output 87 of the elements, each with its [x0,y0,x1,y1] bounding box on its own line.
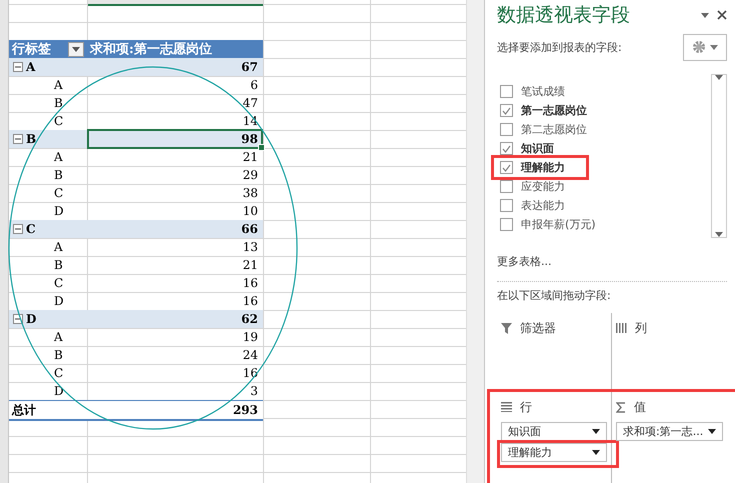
collapse-icon[interactable] [13,62,23,72]
group-label: D [26,312,36,326]
field-list-label: 选择要添加到报表的字段: [497,40,622,54]
filter-icon [501,322,512,334]
dropdown-arrow-icon [708,429,716,434]
value-cell-text: 13 [242,239,259,256]
item-label: A [53,150,63,164]
item-label: A [53,240,63,254]
item-label: C [53,114,64,128]
value-cell-text: 16 [242,365,259,382]
item-label: B [53,348,63,362]
vertical-scrollbar[interactable] [466,0,484,483]
dropdown-arrow-icon [72,46,80,52]
value-cell-text: 3 [249,383,259,400]
dropdown-arrow-icon [592,429,600,434]
field-label[interactable]: 申报年薪(万元) [521,217,596,232]
item-label: B [53,96,63,110]
item-label: D [53,294,64,308]
item-label: A [53,330,63,344]
field-label[interactable]: 表达能力 [521,198,565,213]
filter-dropdown-button[interactable] [68,42,84,56]
field-label[interactable]: 理解能力 [521,160,565,175]
field-checkbox[interactable] [500,161,513,174]
item-label: B [53,168,63,182]
panel-title: 数据透视表字段 [497,3,630,28]
row-labels-header: 行标签 [10,41,51,58]
field-checkbox[interactable] [500,218,513,231]
gear-icon [692,40,706,54]
area-label: 列 [635,320,647,336]
drag-hint: 在以下区域间拖动字段: [497,288,612,303]
collapse-icon[interactable] [13,224,23,234]
close-icon[interactable] [717,10,727,20]
item-label: C [53,186,64,200]
group-label: C [26,222,36,236]
field-label[interactable]: 知识面 [521,141,554,156]
collapse-icon[interactable] [13,134,23,144]
value-cell-text: 10 [242,203,259,220]
area-label: 值 [634,398,646,416]
value-cell-text: 38 [242,185,259,202]
value-cell-text: 19 [242,329,259,346]
field-label[interactable]: 笔试成绩 [521,84,565,99]
value-cell-text: 29 [242,167,259,184]
item-label: A [53,78,63,92]
dropdown-arrow-icon [715,75,723,80]
field-checkbox[interactable] [500,104,513,117]
item-label: C [53,366,64,380]
field-pill[interactable]: 求和项:第一志... [616,422,723,441]
field-label[interactable]: 应变能力 [521,179,565,194]
field-checkbox[interactable] [500,180,513,193]
group-total-cell-text: 67 [240,59,259,76]
area-label: 行 [520,398,532,416]
settings-button[interactable] [683,34,727,60]
field-checkbox[interactable] [500,123,513,136]
field-checkbox[interactable] [500,199,513,212]
item-label: C [53,276,64,290]
columns-icon [616,323,627,333]
group-total-cell-text: 66 [240,221,259,238]
value-cell-text: 6 [249,77,259,94]
rows-icon [501,402,512,412]
group-total-cell: 98 [87,129,263,149]
value-cell-text: 16 [242,293,259,310]
group-total-cell-text: 62 [240,311,259,328]
item-label: B [53,258,63,272]
field-label[interactable]: 第二志愿岗位 [521,122,587,137]
group-label: B [26,132,36,146]
grand-total-label: 总计 [10,402,36,418]
dropdown-arrow-icon [592,450,600,455]
field-pill[interactable]: 知识面 [501,422,607,441]
field-pill[interactable]: 理解能力 [501,443,607,462]
field-checkbox[interactable] [500,85,513,98]
field-checkbox[interactable] [500,142,513,155]
sigma-icon [616,402,626,412]
area-label: 筛选器 [520,320,556,336]
dropdown-arrow-icon [715,232,723,237]
dropdown-arrow-icon [710,44,718,50]
group-label: A [26,60,36,74]
value-cell-text: 16 [242,275,259,292]
value-cell-text: 21 [242,149,259,166]
value-header: 求和项:第一志愿岗位 [88,40,212,58]
value-cell-text: 24 [242,347,259,364]
grand-total-cell-text: 293 [232,402,259,419]
field-list-scrollbar[interactable] [711,74,727,238]
more-tables-link[interactable]: 更多表格... [497,254,552,269]
value-cell-text: 21 [242,257,259,274]
value-cell-text: 47 [242,95,259,112]
field-label[interactable]: 第一志愿岗位 [521,103,587,118]
item-label: D [53,204,64,218]
